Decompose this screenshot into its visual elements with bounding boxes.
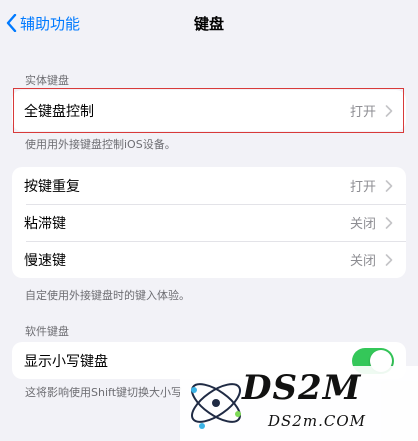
sticky-keys-value: 关闭 [349, 217, 376, 232]
watermark-domain: DS2m.COM [268, 412, 366, 430]
section-footer-software: 这将影响使用Shift键切换大小写 [25, 386, 183, 399]
section-footer-full-keyboard: 使用用外接键盘控制iOS设备。 [25, 138, 176, 151]
section-header-software: 软件键盘 [25, 325, 69, 338]
key-repeat-value: 打开 [349, 180, 376, 195]
atom-logo-icon [191, 383, 241, 429]
chevron-right-icon [385, 216, 393, 229]
lowercase-keys-label: 显示小写键盘 [24, 353, 108, 370]
chevron-right-icon [385, 179, 393, 192]
section-header-hardware: 实体键盘 [25, 74, 69, 87]
navigation-bar: 辅助功能 键盘 [0, 0, 418, 46]
key-repeat-label: 按键重复 [24, 178, 80, 195]
slow-keys-label: 慢速键 [24, 252, 66, 269]
key-repeat-row[interactable]: 按键重复 打开 [12, 167, 406, 204]
sticky-keys-row[interactable]: 粘滞键 关闭 [12, 204, 406, 241]
sticky-keys-label: 粘滞键 [24, 215, 66, 232]
section-footer-typing: 自定使用外接键盘时的键入体验。 [25, 289, 190, 302]
watermark: DS2M DS2m.COM [180, 366, 418, 441]
watermark-logo-text: DS2M [242, 368, 362, 408]
chevron-right-icon [385, 253, 393, 266]
keyboard-options-group: 按键重复 打开 粘滞键 关闭 慢速键 关闭 [12, 167, 406, 278]
slow-keys-row[interactable]: 慢速键 关闭 [12, 241, 406, 278]
slow-keys-value: 关闭 [349, 254, 376, 269]
highlight-box [13, 88, 404, 133]
page-title: 键盘 [193, 15, 224, 33]
